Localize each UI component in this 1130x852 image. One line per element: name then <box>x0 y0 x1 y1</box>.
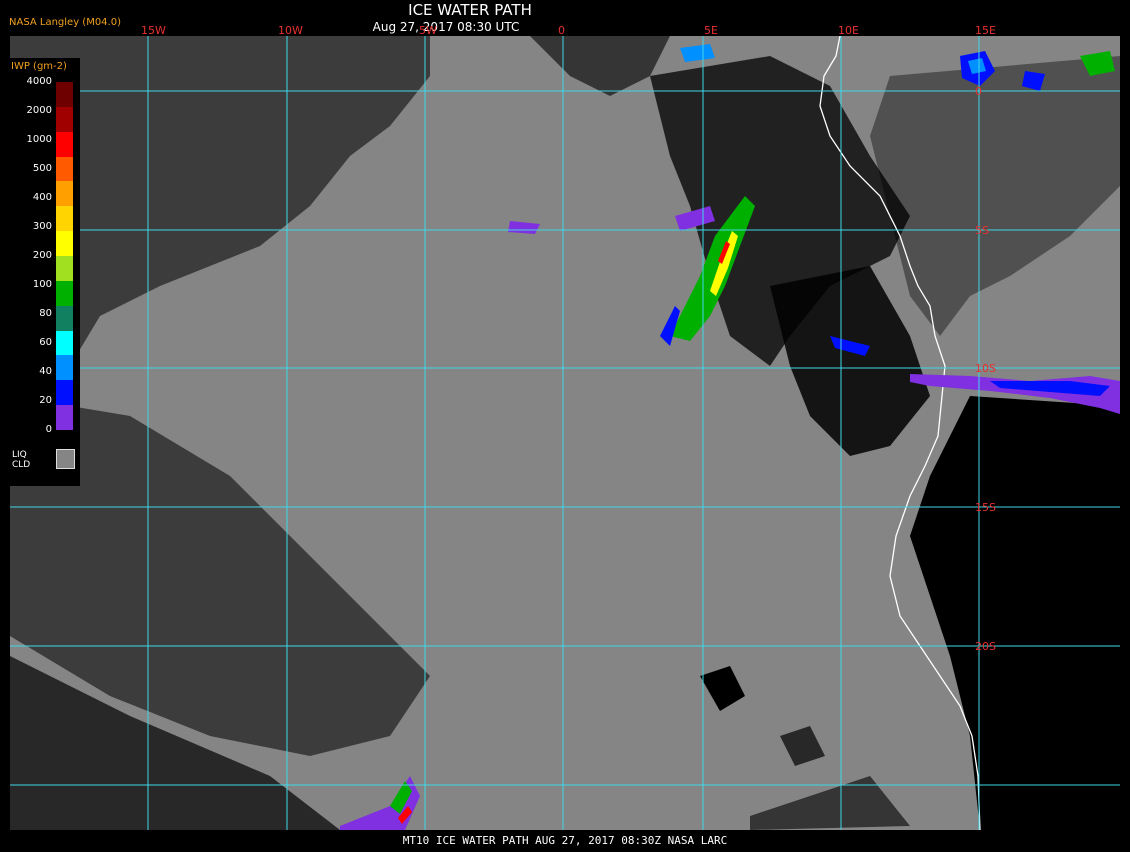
legend-tick-label: 20 <box>39 395 52 406</box>
legend-swatch <box>56 156 73 182</box>
cld-label: CLD <box>12 460 31 470</box>
legend-swatch <box>56 231 73 257</box>
legend-title: IWP (gm-2) <box>11 61 67 72</box>
legend-swatch <box>56 206 73 232</box>
lon-label-5e: 5E <box>704 24 718 37</box>
legend-swatch <box>56 380 73 406</box>
legend-tick-label: 2000 <box>26 105 52 116</box>
lat-label-15s: 15S <box>975 501 996 514</box>
lon-label-0: 0 <box>558 24 565 37</box>
legend-tick-label: 40 <box>39 366 52 377</box>
lon-label-15e: 15E <box>975 24 996 37</box>
legend-tick-label: 80 <box>39 308 52 319</box>
legend-tick-label: 200 <box>32 250 52 261</box>
liq-label: LIQ <box>12 450 27 460</box>
legend-swatch <box>56 305 73 332</box>
lat-label-10s: 10S <box>975 362 996 375</box>
legend-swatch <box>56 280 73 307</box>
legend-swatch <box>56 106 73 133</box>
legend-tick-label: 4000 <box>26 76 52 87</box>
footer-caption: MT10 ICE WATER PATH AUG 27, 2017 08:30Z … <box>402 834 728 847</box>
graticule-labels: 15W 10W 5W 0 5E 10E 15E 0 5S 10S 15S 20S <box>141 24 996 653</box>
liquid-cloud-swatch <box>56 449 75 469</box>
lat-label-20s: 20S <box>975 640 996 653</box>
legend-swatch <box>56 256 73 282</box>
lon-label-10e: 10E <box>838 24 859 37</box>
iwp-legend: IWP (gm-2) 4000 2000 1000 500 400 300 200 100 80… <box>8 58 80 486</box>
legend-swatch <box>56 355 73 381</box>
legend-tick-label: 500 <box>32 163 52 174</box>
legend-tick-label: 0 <box>45 424 52 435</box>
legend-swatch <box>56 330 73 356</box>
legend-swatch <box>56 131 73 158</box>
lon-label-10w: 10W <box>278 24 303 37</box>
legend-tick-label: 1000 <box>26 134 52 145</box>
legend-swatch <box>56 405 73 431</box>
lon-label-15w: 15W <box>141 24 166 37</box>
legend-tick-label: 400 <box>32 192 52 203</box>
legend-swatch <box>56 181 73 207</box>
lat-label-0: 0 <box>975 85 982 98</box>
lat-label-5s: 5S <box>975 224 989 237</box>
legend-tick-label: 60 <box>39 337 52 348</box>
legend-tick-label: 300 <box>32 221 52 232</box>
legend-swatch <box>56 82 73 108</box>
lon-label-5w: 5W <box>419 24 437 37</box>
legend-tick-label: 100 <box>32 279 52 290</box>
